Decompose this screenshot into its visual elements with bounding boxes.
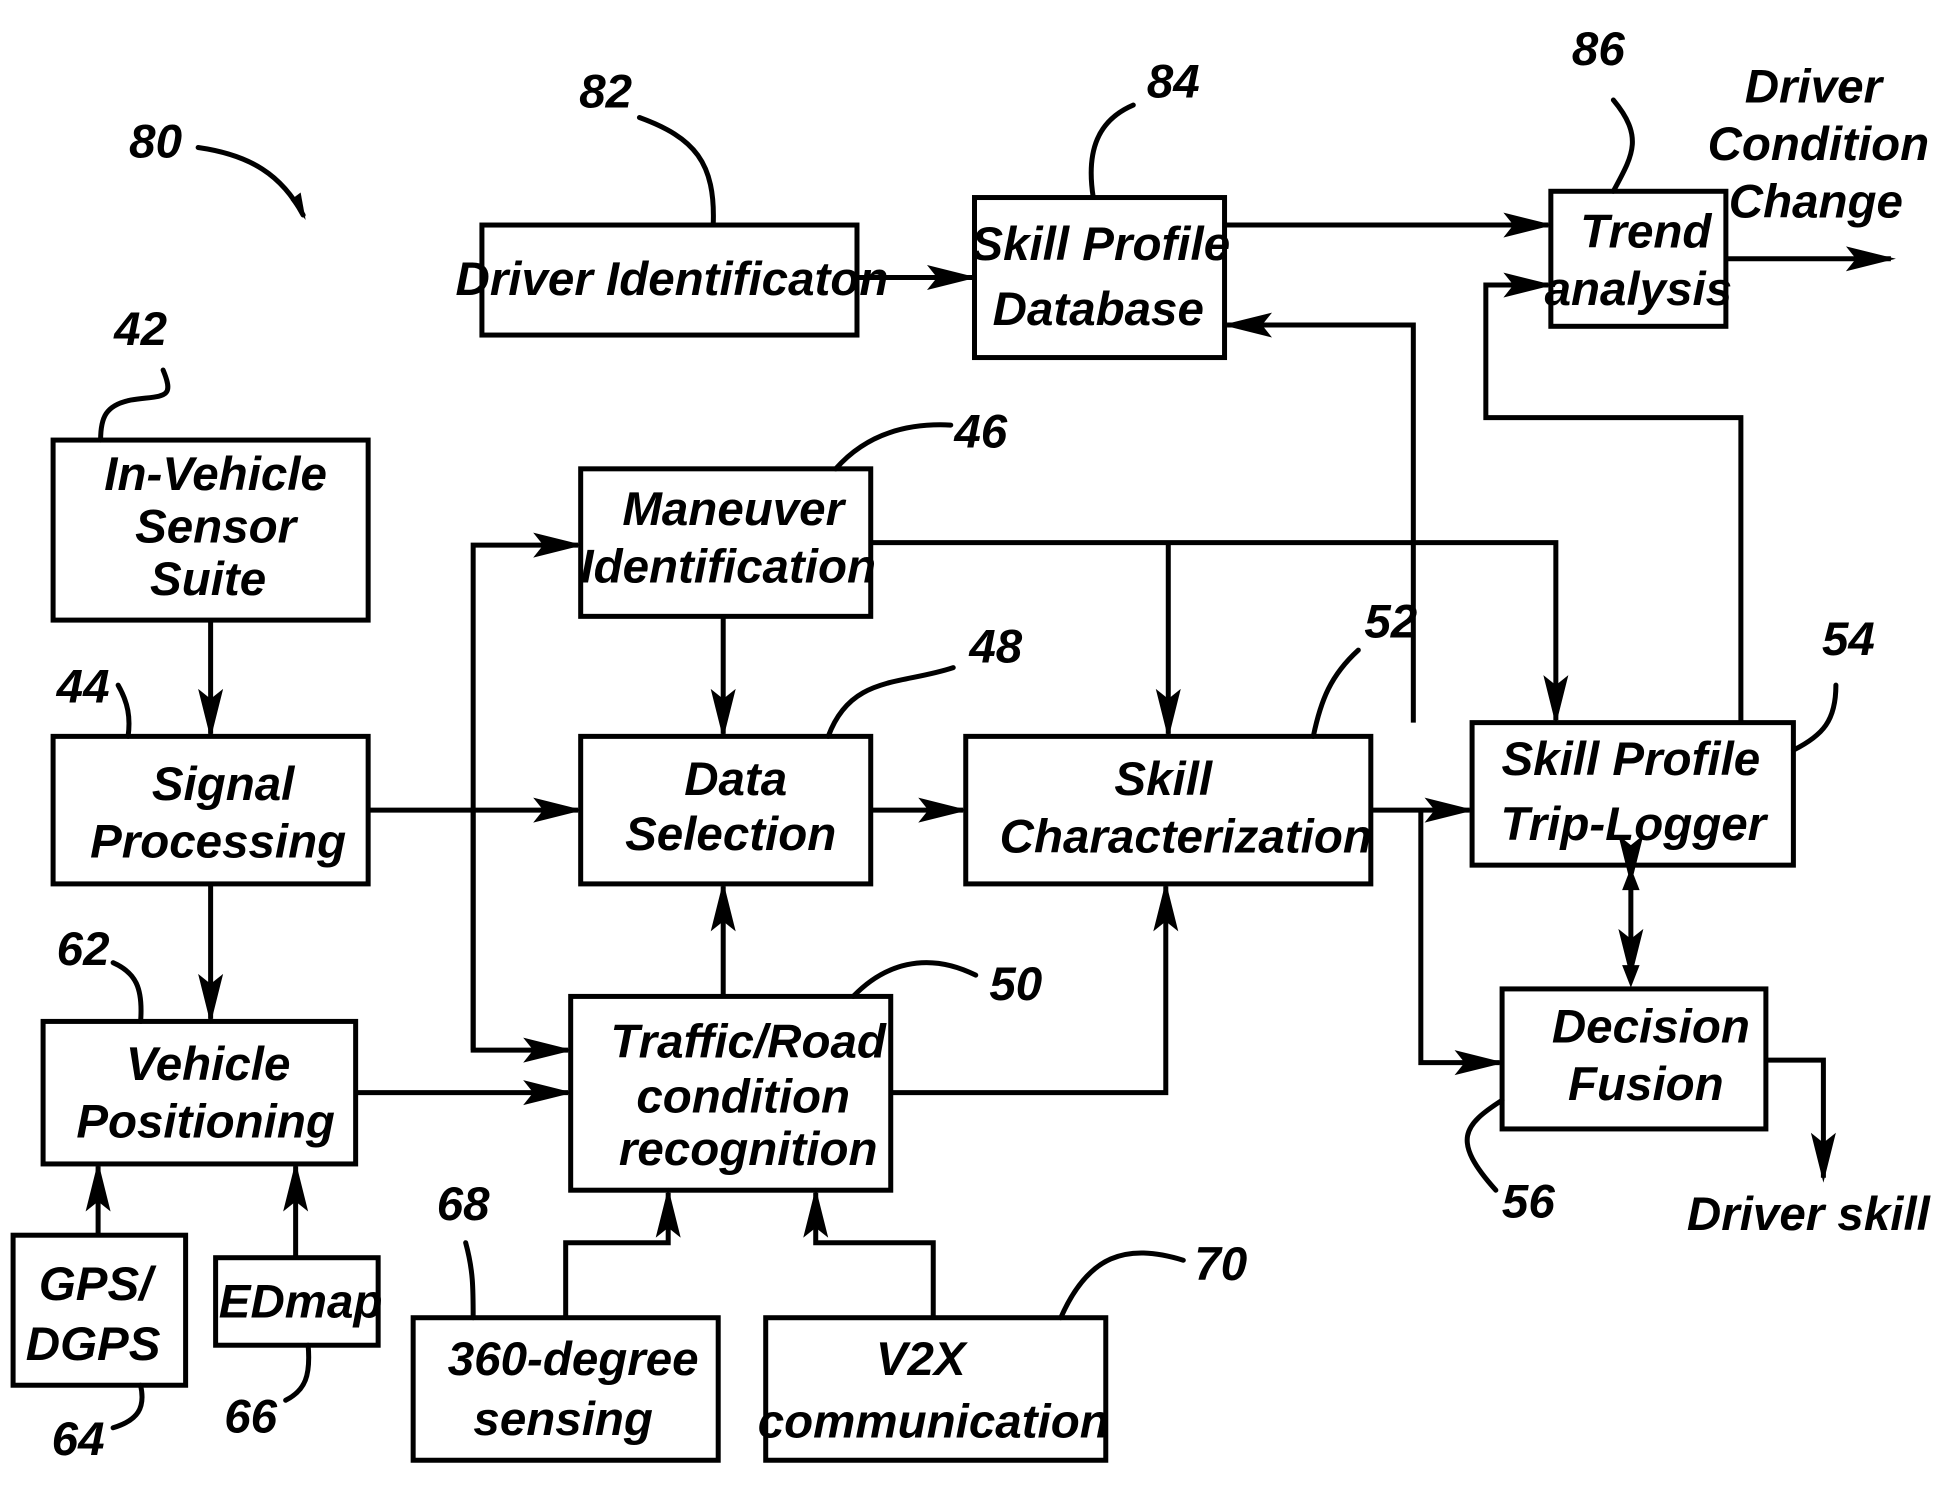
ref-label-42: 42: [113, 303, 167, 356]
trend-analysis-line1: Trend: [1580, 206, 1712, 259]
trip-logger-line1: Skill Profile: [1502, 733, 1761, 786]
traffic-road-line1: Traffic/Road: [611, 1016, 887, 1069]
driver-condition-change-line2: Condition: [1708, 118, 1930, 171]
ref-label-80: 80: [129, 116, 182, 169]
decision-fusion-line2: Fusion: [1568, 1058, 1724, 1111]
decision-fusion-line1: Decision: [1552, 1001, 1750, 1054]
leader-56: [1464, 1097, 1505, 1193]
ref-label-52: 52: [1364, 596, 1417, 649]
leader-42: [98, 367, 171, 443]
block-diagram: 80 Driver Identificaton 82 Skill Profile…: [10, 23, 1932, 1466]
arrowhead-up-triplogger: [1622, 867, 1640, 891]
trend-analysis-line2: analysis: [1545, 263, 1733, 316]
driver-condition-change-line3: Change: [1729, 176, 1903, 229]
gps-dgps-line1: GPS/: [39, 1258, 157, 1311]
v2x-line2: communication: [758, 1396, 1109, 1449]
trip-logger-line2: Trip-Logger: [1501, 798, 1769, 851]
v2x-line1: V2X: [876, 1333, 969, 1386]
leader-44: [115, 682, 132, 739]
leader-54: [1790, 682, 1839, 753]
leader-70: [1058, 1250, 1186, 1321]
ref-label-86: 86: [1572, 23, 1625, 76]
gps-dgps-line2: DGPS: [26, 1318, 161, 1371]
edmap-label: EDmap: [219, 1276, 383, 1329]
ref-label-46: 46: [953, 406, 1007, 459]
ref-label-64: 64: [52, 1413, 105, 1466]
leader-46: [833, 422, 954, 472]
arrowhead-down-fusion: [1622, 965, 1640, 988]
ref-label-44: 44: [56, 661, 110, 714]
ref-label-70: 70: [1194, 1238, 1247, 1291]
traffic-road-line3: recognition: [619, 1123, 878, 1176]
arrow-triplogger-to-trend: [1483, 272, 1744, 723]
leader-50: [850, 960, 979, 999]
leader-68: [463, 1240, 476, 1321]
ref-label-56: 56: [1502, 1176, 1555, 1229]
arrow-triplogger-to-database: [1222, 312, 1416, 723]
leader-86: [1610, 97, 1635, 194]
ref-label-54: 54: [1822, 613, 1875, 666]
driver-condition-change-line1: Driver: [1745, 61, 1885, 114]
ref-label-68: 68: [437, 1178, 490, 1231]
ref-label-48: 48: [968, 621, 1022, 674]
leader-62: [110, 960, 144, 1024]
skill-characterization-line2: Characterization: [1000, 811, 1372, 864]
data-selection-line2: Selection: [625, 808, 836, 861]
ref-label-62: 62: [57, 923, 110, 976]
maneuver-identification-line1: Maneuver: [622, 483, 846, 536]
data-selection-line1: Data: [684, 753, 787, 806]
leader-64: [110, 1382, 145, 1431]
arrow-v2x-to-traffic: [803, 1187, 936, 1318]
ref-label-50: 50: [989, 958, 1042, 1011]
ref-label-66: 66: [224, 1391, 277, 1444]
leader-52: [1310, 647, 1361, 739]
driver-identification-label: Driver Identificaton: [456, 253, 889, 306]
figure-pointer-arrow: [195, 145, 306, 218]
leader-48: [825, 665, 956, 739]
ref-label-84: 84: [1147, 56, 1200, 109]
skill-profile-database-line1: Skill Profile: [971, 218, 1230, 271]
arrow-bus-to-maneuver: [470, 532, 584, 1051]
leader-82: [636, 115, 716, 228]
skill-profile-database-line2: Database: [993, 283, 1204, 336]
signal-processing-line2: Processing: [90, 816, 346, 869]
in-vehicle-sensor-suite-line2: Sensor: [135, 501, 299, 554]
maneuver-identification-line2: Identification: [580, 541, 876, 594]
arrow-bus-to-traffic: [470, 810, 574, 1063]
sensing-360-line2: sensing: [473, 1393, 653, 1446]
signal-processing-line1: Signal: [152, 758, 296, 811]
vehicle-positioning-line1: Vehicle: [126, 1038, 291, 1091]
in-vehicle-sensor-suite-line3: Suite: [150, 553, 266, 606]
arrow-360-to-traffic: [563, 1187, 681, 1318]
ref-label-82: 82: [579, 66, 632, 119]
leader-66: [283, 1342, 312, 1403]
skill-characterization-line1: Skill: [1114, 753, 1213, 806]
driver-skill-output-label: Driver skill: [1687, 1188, 1932, 1241]
leader-84: [1088, 102, 1136, 201]
arrow-fusion-to-driver-skill: [1765, 1057, 1836, 1183]
in-vehicle-sensor-suite-line1: In-Vehicle: [104, 448, 327, 501]
sensing-360-line1: 360-degree: [448, 1333, 699, 1386]
vehicle-positioning-line2: Positioning: [76, 1096, 335, 1149]
traffic-road-line2: condition: [636, 1071, 850, 1124]
